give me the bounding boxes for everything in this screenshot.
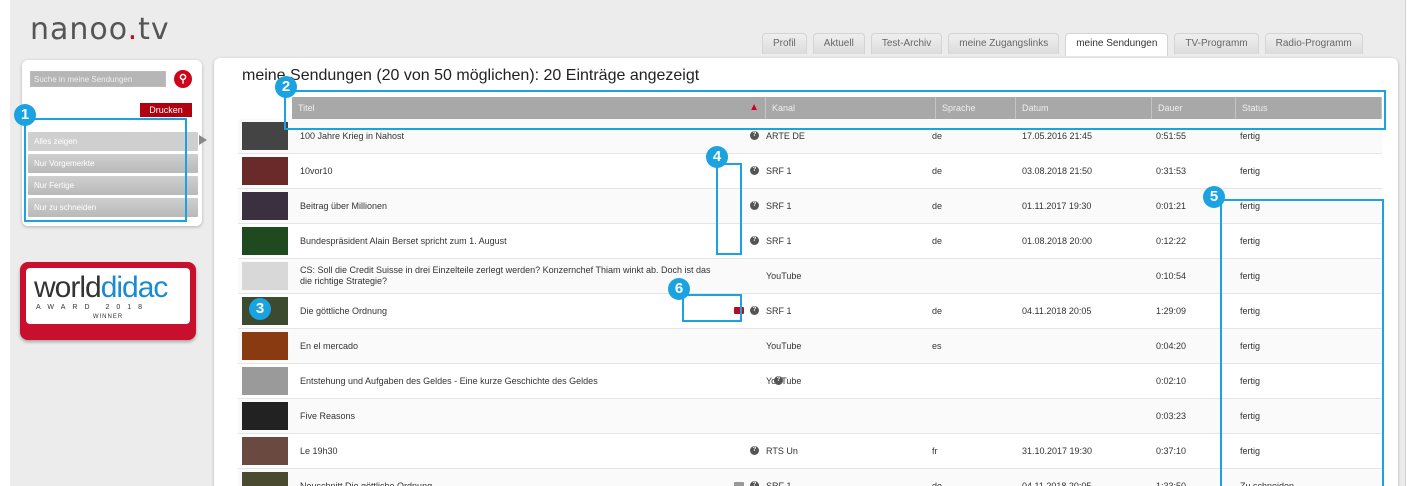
table-row[interactable]: 10vor10 SRF 1 de 03.08.2018 21:50 0:31:53 fer… (238, 154, 1382, 189)
table-row[interactable]: Entstehung und Aufgaben des Geldes - Ein… (238, 364, 1382, 399)
cell-datum (1022, 259, 1162, 293)
worlddidac-award-logo: worlddidac AWARD 2018 WINNER (20, 262, 196, 340)
callout-box-info-icons (716, 163, 742, 255)
info-icon[interactable]: ? (750, 201, 759, 210)
tab-aktuell[interactable]: Aktuell (812, 33, 865, 54)
cell-title[interactable]: 10vor10 (300, 154, 720, 188)
info-icon[interactable]: ? (774, 376, 783, 385)
cell-sprache: es (932, 341, 942, 351)
table-row[interactable]: Le 19h30 RTS Un fr 31.10.2017 19:30 0:37:10 f… (238, 434, 1382, 469)
info-icon[interactable]: ? (750, 306, 759, 315)
video-thumbnail[interactable] (242, 472, 288, 486)
page: nanoo.tv Profil Aktuell Test-Archiv meine Z… (10, 0, 1406, 486)
tab-profil[interactable]: Profil (762, 33, 807, 54)
cell-datum (1022, 329, 1162, 363)
callout-box-status (1220, 199, 1384, 486)
video-thumbnail[interactable] (242, 262, 288, 290)
cell-sprache: de (932, 306, 943, 316)
cell-title[interactable]: CS: Soll die Credit Suisse in drei Einze… (300, 259, 720, 293)
cell-kanal: SRF 1 (766, 166, 792, 176)
video-thumbnail[interactable] (242, 157, 288, 185)
video-thumbnail[interactable] (242, 332, 288, 360)
cell-datum: 01.11.2017 19:30 (1022, 201, 1092, 211)
table-row[interactable]: CS: Soll die Credit Suisse in drei Einze… (238, 259, 1382, 294)
nanoo-logo[interactable]: nanoo.tv (30, 12, 170, 47)
cell-sprache (932, 259, 1012, 293)
cell-datum: 03.08.2018 21:50 (1022, 166, 1093, 176)
table-row[interactable]: Bundespräsident Alain Berset spricht zum… (238, 224, 1382, 259)
cell-datum (1022, 399, 1162, 433)
selection-arrow-icon (199, 135, 207, 145)
cell-kanal: SRF 1 (766, 306, 792, 316)
cell-kanal: SRF 1 (766, 201, 792, 211)
cell-kanal: YouTube (766, 341, 802, 351)
table-row[interactable]: Five Reasons 0:03:23 fertig (238, 399, 1382, 434)
cell-title[interactable]: Bundespräsident Alain Berset spricht zum… (300, 224, 720, 258)
cell-datum: 04.11.2018 20:05 (1022, 481, 1092, 486)
video-thumbnail[interactable] (242, 122, 288, 150)
cell-sprache: de (932, 201, 943, 211)
cell-kanal (766, 399, 936, 433)
cell-title[interactable]: Beitrag über Millionen (300, 189, 720, 223)
cell-sprache: de (932, 481, 943, 486)
video-thumbnail[interactable] (242, 402, 288, 430)
search-icon[interactable]: ⚲ (174, 70, 192, 88)
cell-datum (1022, 364, 1162, 398)
cell-title[interactable]: Le 19h30 (300, 434, 720, 468)
cell-title[interactable]: Entstehung und Aufgaben des Geldes - Ein… (300, 364, 720, 398)
video-thumbnail[interactable] (242, 227, 288, 255)
info-icon[interactable]: ? (750, 236, 759, 245)
info-icon[interactable]: ? (750, 446, 759, 455)
callout-box-filters (24, 118, 187, 222)
video-thumbnail[interactable] (242, 192, 288, 220)
tab-meine-zugangslinks[interactable]: meine Zugangslinks (948, 33, 1060, 54)
table-row[interactable]: Die göttliche Ordnung SRF 1 de 04.11.2018 2… (238, 294, 1382, 329)
cell-kanal: SRF 1 (766, 481, 792, 486)
tab-test-archiv[interactable]: Test-Archiv (870, 33, 943, 54)
cell-sprache: de (932, 236, 943, 246)
main-tabs: Profil Aktuell Test-Archiv meine Zugangslin… (762, 33, 1363, 56)
cell-title[interactable]: En el mercado (300, 329, 720, 363)
cell-kanal: YouTube (766, 376, 802, 386)
callout-box-folder (682, 294, 742, 322)
cell-sprache: de (932, 166, 943, 176)
print-button[interactable]: Drucken (140, 103, 192, 117)
info-icon[interactable]: ? (750, 481, 759, 486)
callout-box-header (284, 90, 1386, 130)
tab-meine-sendungen[interactable]: meine Sendungen (1065, 33, 1169, 56)
cell-title[interactable]: Five Reasons (300, 399, 720, 433)
cell-sprache (932, 364, 1012, 398)
cell-dauer: 0:31:53 (1156, 166, 1187, 176)
cell-title[interactable]: Neuschnitt Die göttliche Ordnung (300, 469, 720, 486)
cell-kanal: RTS Un (766, 446, 798, 456)
video-thumbnail[interactable] (242, 367, 288, 395)
info-icon[interactable]: ? (750, 131, 759, 140)
tab-radio-programm[interactable]: Radio-Programm (1264, 33, 1363, 54)
cell-datum: 01.08.2018 20:00 (1022, 236, 1093, 246)
table-row[interactable]: En el mercado YouTube es 0:04:20 fertig (238, 329, 1382, 364)
cell-kanal: SRF 1 (766, 236, 792, 246)
cell-sprache: fr (932, 446, 938, 456)
callout-badge-5: 5 (1203, 186, 1225, 208)
recordings-table: 100 Jahre Krieg in Nahost ARTE DE de 17.05.… (238, 119, 1382, 486)
cell-datum: 04.11.2018 20:05 (1022, 306, 1092, 316)
cell-status: fertig (1240, 166, 1261, 176)
page-title: meine Sendungen (20 von 50 möglichen): 2… (242, 67, 700, 84)
callout-badge-4: 4 (706, 146, 728, 168)
cell-sprache (932, 399, 1012, 433)
search-input[interactable] (30, 71, 166, 87)
table-row[interactable]: Neuschnitt Die göttliche Ordnung SRF 1 de 0… (238, 469, 1382, 486)
tab-tv-programm[interactable]: TV-Programm (1174, 33, 1259, 54)
callout-badge-2: 2 (275, 76, 297, 98)
cell-kanal: YouTube (766, 271, 802, 281)
folder-icon[interactable] (734, 482, 744, 486)
callout-badge-1: 1 (14, 104, 36, 126)
callout-badge-6: 6 (668, 278, 690, 300)
video-thumbnail[interactable] (242, 437, 288, 465)
cell-title[interactable]: Die göttliche Ordnung (300, 294, 720, 328)
cell-datum: 31.10.2017 19:30 (1022, 446, 1093, 456)
callout-badge-3: 3 (249, 298, 271, 320)
info-icon[interactable]: ? (750, 166, 759, 175)
